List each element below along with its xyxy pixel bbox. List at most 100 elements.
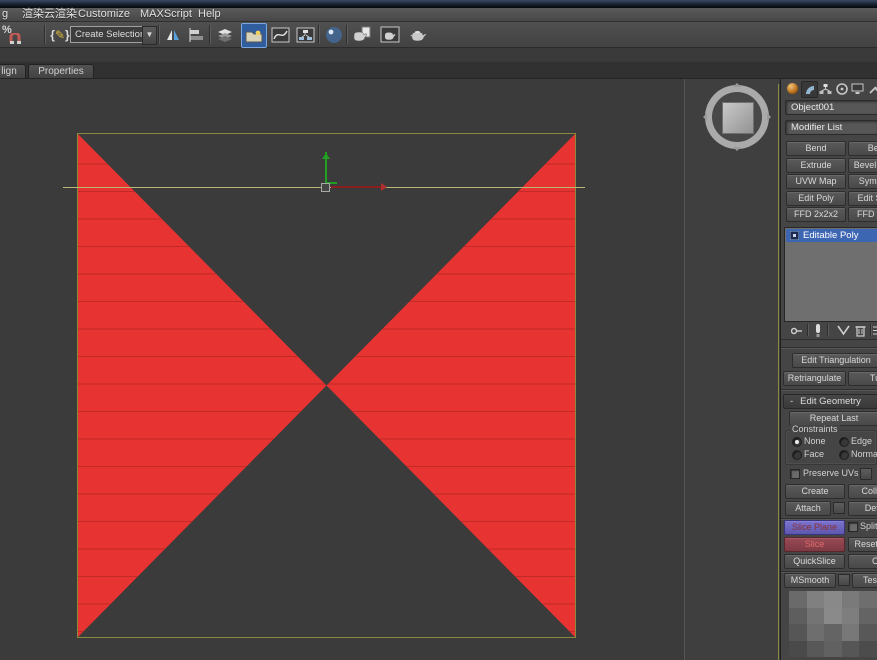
retriangulate-button[interactable]: Retriangulate — [783, 371, 846, 386]
menu-item-help[interactable]: Help — [198, 8, 221, 21]
viewcube[interactable] — [705, 85, 769, 149]
named-selection-sets-icon[interactable]: {✎} — [48, 23, 72, 46]
mirror-icon[interactable] — [161, 23, 185, 46]
panel-tab-modify[interactable] — [801, 81, 818, 98]
dropdown-arrow-icon[interactable]: ▼ — [142, 26, 157, 45]
constraint-radio-none[interactable] — [792, 437, 802, 447]
object-name-field[interactable]: Object001 — [785, 100, 877, 115]
tessellate-button[interactable]: Tessellate — [852, 573, 877, 588]
menu-item-customize[interactable]: Customize — [78, 8, 130, 21]
slice-plane-button[interactable]: Slice Plane — [784, 520, 845, 535]
constraints-label: Constraints — [790, 425, 840, 434]
configure-modifier-sets-icon[interactable] — [873, 325, 877, 336]
utilities-icon — [868, 83, 877, 95]
panel-tab-utilities[interactable] — [866, 81, 877, 96]
modifier-button-ffd-2x2x2[interactable]: FFD 2x2x2 — [786, 207, 846, 222]
stack-item-editable-poly[interactable]: Editable Poly — [786, 229, 877, 242]
constraint-radio-face[interactable] — [792, 450, 802, 460]
create-button[interactable]: Create — [785, 484, 845, 499]
side-object-edge — [778, 84, 779, 660]
menu-item-maxscript[interactable]: MAXScript — [140, 8, 192, 21]
rollout-divider — [781, 389, 877, 391]
panel-tab-create[interactable] — [785, 81, 800, 96]
viewcube-west-tick-icon — [699, 113, 707, 121]
panel-tab-motion[interactable] — [834, 81, 849, 96]
modifier-button-symmetry[interactable]: Symmetry — [848, 174, 877, 189]
scene-explorer-icon[interactable] — [241, 23, 267, 48]
main-toolbar: % {✎} Create Selection Se ▼ — [0, 22, 877, 48]
modifier-button-bevel[interactable]: Bevel — [848, 141, 877, 156]
modifier-button-extrude[interactable]: Extrude — [786, 158, 846, 173]
modifier-stack-list[interactable]: Editable Poly — [784, 227, 877, 322]
make-unique-icon[interactable] — [837, 325, 850, 336]
schematic-view-icon[interactable] — [293, 23, 317, 46]
pin-stack-icon[interactable] — [791, 326, 803, 336]
split-checkbox[interactable] — [848, 522, 858, 532]
named-selection-set-dropdown[interactable]: Create Selection Se — [70, 26, 146, 43]
modify-icon — [804, 84, 816, 96]
tab-align[interactable]: lign — [0, 64, 26, 78]
edit-geometry-rollout-header[interactable]: - Edit Geometry — [783, 394, 877, 409]
attach-button[interactable]: Attach — [785, 501, 831, 516]
editable-poly-object[interactable] — [77, 133, 576, 638]
quickslice-button[interactable]: QuickSlice — [784, 554, 845, 569]
split-label[interactable]: Split — [860, 521, 877, 532]
align-icon[interactable] — [185, 23, 209, 46]
viewcube-east-tick-icon — [767, 113, 775, 121]
censored-mosaic — [789, 591, 877, 657]
constraint-radio-normal[interactable] — [839, 450, 849, 460]
modifier-button-uvw-map[interactable]: UVW Map — [786, 174, 846, 189]
modifier-button-bend[interactable]: Bend — [786, 141, 846, 156]
tab-properties[interactable]: Properties — [28, 64, 94, 78]
viewport-side[interactable] — [685, 79, 780, 660]
constraint-label-edge[interactable]: Edge — [851, 436, 872, 447]
constraint-label-normal[interactable]: Normal — [851, 449, 877, 460]
collapse-button[interactable]: Collapse — [848, 484, 877, 499]
reset-plane-button[interactable]: Reset Plane — [848, 537, 877, 552]
material-editor-icon[interactable] — [322, 23, 346, 46]
menu-item-cloud-render[interactable]: 渲染云渲染 — [22, 8, 77, 21]
render-setup-icon[interactable] — [350, 23, 374, 46]
msmooth-button[interactable]: MSmooth — [784, 573, 836, 588]
msmooth-settings-button[interactable] — [838, 574, 850, 586]
modifier-button-edit-poly[interactable]: Edit Poly — [786, 191, 846, 206]
edit-triangulation-button[interactable]: Edit Triangulation — [792, 353, 877, 368]
slice-plane-center-handle[interactable] — [321, 183, 330, 192]
detach-button[interactable]: Detach — [848, 501, 877, 516]
editable-poly-icon — [790, 231, 799, 240]
panel-tab-display[interactable] — [850, 81, 865, 96]
modifier-button-edit-spline[interactable]: Edit Spline — [848, 191, 877, 206]
gizmo-x-axis[interactable] — [331, 186, 381, 188]
slice-button[interactable]: Slice — [784, 537, 845, 552]
attach-settings-button[interactable] — [833, 502, 845, 514]
motion-icon — [836, 83, 848, 95]
modifier-button-ffd-3x3x3[interactable]: FFD 3x3x3 — [848, 207, 877, 222]
rendered-frame-window-icon[interactable] — [378, 23, 402, 46]
modifier-button-bevel-profile[interactable]: Bevel Profile — [848, 158, 877, 173]
constraint-label-face[interactable]: Face — [804, 449, 824, 460]
preserve-uvs-label[interactable]: Preserve UVs — [803, 468, 859, 479]
modifier-list-dropdown[interactable]: Modifier List — [785, 120, 877, 135]
stack-toolbar-separator — [870, 324, 872, 336]
constraint-label-none[interactable]: None — [804, 436, 826, 447]
panel-tab-hierarchy[interactable] — [818, 81, 833, 96]
layer-manager-icon[interactable] — [213, 23, 237, 46]
curve-editor-icon[interactable] — [268, 23, 292, 46]
render-production-icon[interactable] — [406, 23, 430, 46]
gizmo-x-arrow-icon — [381, 183, 391, 191]
turn-button[interactable]: Turn — [848, 371, 877, 386]
stack-toolbar-separator — [807, 324, 809, 336]
menu-item-rendering-partial[interactable]: g — [2, 8, 8, 21]
magnet-snap-icon[interactable] — [9, 33, 21, 44]
cut-button[interactable]: Cut — [848, 554, 877, 569]
remove-modifier-icon[interactable] — [855, 324, 866, 337]
preserve-uvs-checkbox[interactable] — [790, 469, 800, 479]
show-end-result-icon[interactable] — [815, 324, 821, 337]
constraint-radio-edge[interactable] — [839, 437, 849, 447]
toolbar-separator — [44, 25, 46, 44]
toolbar-separator — [318, 25, 320, 44]
viewcube-cube[interactable] — [722, 102, 754, 134]
window-title-strip — [0, 0, 877, 8]
rollout-divider — [781, 347, 877, 349]
preserve-uvs-settings-button[interactable] — [860, 468, 872, 480]
